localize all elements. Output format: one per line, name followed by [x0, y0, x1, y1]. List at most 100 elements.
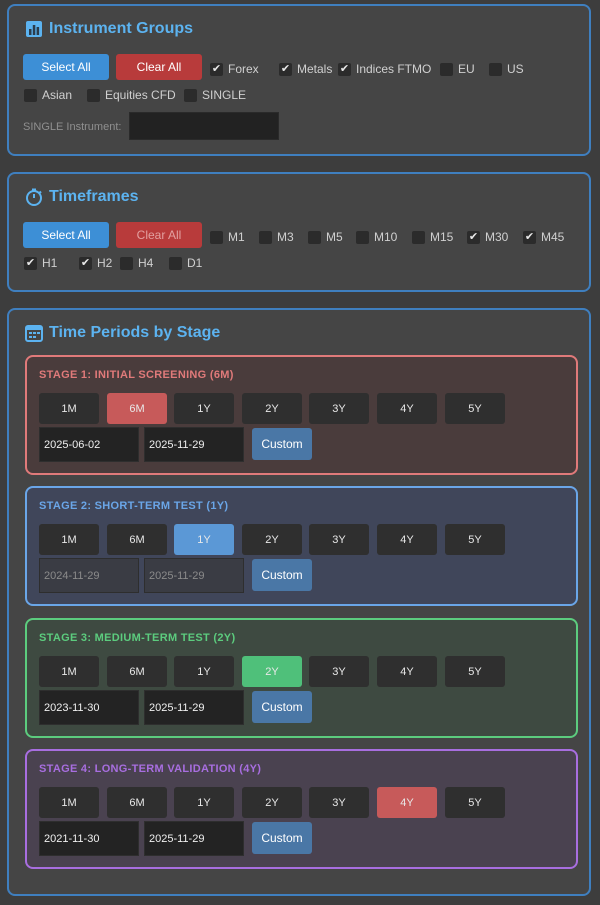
stage-3-period-4y-button[interactable]: 4Y	[377, 656, 437, 687]
timeframe-clear-all-button[interactable]: Clear All	[116, 222, 202, 248]
stage-4-period-1y-button[interactable]: 1Y	[174, 787, 234, 818]
stage-4-card: STAGE 4: LONG-TERM VALIDATION (4Y) 1M 6M 1Y…	[25, 749, 578, 869]
stage-2-period-6m-button[interactable]: 6M	[107, 524, 167, 555]
timeframe-checkbox-m30[interactable]: ✔ M30	[467, 230, 508, 244]
instrument-select-all-button[interactable]: Select All	[23, 54, 109, 80]
checkbox-label: EU	[458, 62, 475, 76]
stage-1-custom-button[interactable]: Custom	[252, 428, 312, 460]
stage-1-period-1y-button[interactable]: 1Y	[174, 393, 234, 424]
checkbox-label: H1	[42, 256, 58, 270]
stage-4-period-4y-button[interactable]: 4Y	[377, 787, 437, 818]
instrument-checkbox-eu[interactable]: EU	[440, 62, 475, 76]
timeframe-checkbox-m3[interactable]: M3	[259, 230, 294, 244]
checkmark-icon[interactable]: ✔	[24, 256, 37, 270]
stage-1-period-1m-button[interactable]: 1M	[39, 393, 99, 424]
stage-3-start-date-input[interactable]: 2023-11-30	[39, 690, 139, 725]
timeframe-checkbox-h4[interactable]: H4	[120, 256, 153, 270]
stage-1-period-2y-button[interactable]: 2Y	[242, 393, 302, 424]
stage-3-period-5y-button[interactable]: 5Y	[445, 656, 505, 687]
checkbox-box[interactable]	[24, 88, 37, 102]
checkmark-icon[interactable]: ✔	[523, 230, 536, 244]
checkbox-label: M10	[374, 230, 398, 244]
timeframe-checkbox-h1[interactable]: ✔ H1	[24, 256, 57, 270]
stage-title: STAGE 2: SHORT-TERM TEST (1Y)	[39, 500, 229, 512]
timeframe-checkbox-h2[interactable]: ✔ H2	[79, 256, 112, 270]
checkmark-icon[interactable]: ✔	[338, 62, 351, 76]
checkbox-label: M1	[228, 230, 245, 244]
stage-1-start-date-input[interactable]: 2025-06-02	[39, 427, 139, 462]
stage-2-period-3y-button[interactable]: 3Y	[309, 524, 369, 555]
checkbox-box[interactable]	[259, 230, 272, 244]
instrument-groups-panel: Instrument Groups Select All Clear All ✔…	[7, 4, 591, 156]
stage-1-period-6m-button[interactable]: 6M	[107, 393, 167, 424]
checkbox-box[interactable]	[489, 62, 502, 76]
timeframe-checkbox-m15[interactable]: M15	[412, 230, 453, 244]
stage-4-period-2y-button[interactable]: 2Y	[242, 787, 302, 818]
stage-3-custom-button[interactable]: Custom	[252, 691, 312, 723]
stage-4-period-6m-button[interactable]: 6M	[107, 787, 167, 818]
instrument-checkbox-asian[interactable]: Asian	[24, 88, 72, 102]
timeframe-checkbox-m45[interactable]: ✔ M45	[523, 230, 564, 244]
stage-3-period-3y-button[interactable]: 3Y	[309, 656, 369, 687]
instrument-clear-all-button[interactable]: Clear All	[116, 54, 202, 80]
checkbox-box[interactable]	[356, 230, 369, 244]
checkbox-box[interactable]	[87, 88, 100, 102]
stage-2-period-5y-button[interactable]: 5Y	[445, 524, 505, 555]
stage-1-period-4y-button[interactable]: 4Y	[377, 393, 437, 424]
timeframes-panel: Timeframes Select All Clear All M1 M3 M5 M1…	[7, 172, 591, 292]
calendar-icon	[25, 325, 43, 342]
stage-1-period-3y-button[interactable]: 3Y	[309, 393, 369, 424]
stage-2-end-date-input[interactable]: 2025-11-29	[144, 558, 244, 593]
stage-2-period-1y-button[interactable]: 1Y	[174, 524, 234, 555]
stage-2-start-date-input[interactable]: 2024-11-29	[39, 558, 139, 593]
instrument-checkbox-us[interactable]: US	[489, 62, 524, 76]
stage-4-end-date-input[interactable]: 2025-11-29	[144, 821, 244, 856]
checkbox-box[interactable]	[308, 230, 321, 244]
checkbox-box[interactable]	[440, 62, 453, 76]
checkbox-label: Equities CFD	[105, 88, 176, 102]
timeframe-checkbox-m10[interactable]: M10	[356, 230, 397, 244]
stage-3-period-1m-button[interactable]: 1M	[39, 656, 99, 687]
checkmark-icon[interactable]: ✔	[210, 62, 223, 76]
stage-1-period-5y-button[interactable]: 5Y	[445, 393, 505, 424]
checkmark-icon[interactable]: ✔	[467, 230, 480, 244]
stage-2-period-1m-button[interactable]: 1M	[39, 524, 99, 555]
checkmark-icon[interactable]: ✔	[279, 62, 292, 76]
stage-3-period-1y-button[interactable]: 1Y	[174, 656, 234, 687]
checkmark-icon[interactable]: ✔	[79, 256, 92, 270]
checkbox-label: M15	[430, 230, 454, 244]
stage-3-end-date-input[interactable]: 2025-11-29	[144, 690, 244, 725]
checkbox-label: M3	[277, 230, 294, 244]
stage-2-period-2y-button[interactable]: 2Y	[242, 524, 302, 555]
checkbox-label: SINGLE	[202, 88, 247, 102]
timeframe-checkbox-d1[interactable]: D1	[169, 256, 202, 270]
stage-4-period-1m-button[interactable]: 1M	[39, 787, 99, 818]
single-instrument-input[interactable]	[129, 112, 279, 140]
stage-1-end-date-input[interactable]: 2025-11-29	[144, 427, 244, 462]
instrument-checkbox-forex[interactable]: ✔ Forex	[210, 62, 259, 76]
checkbox-box[interactable]	[210, 230, 223, 244]
timeframe-select-all-button[interactable]: Select All	[23, 222, 109, 248]
timeframe-checkbox-m1[interactable]: M1	[210, 230, 245, 244]
stage-4-custom-button[interactable]: Custom	[252, 822, 312, 854]
instrument-checkbox-indices-ftmo[interactable]: ✔ Indices FTMO	[338, 62, 431, 76]
instrument-checkbox-metals[interactable]: ✔ Metals	[279, 62, 332, 76]
stage-2-period-4y-button[interactable]: 4Y	[377, 524, 437, 555]
instrument-groups-heading: Instrument Groups	[25, 20, 193, 38]
stage-3-period-6m-button[interactable]: 6M	[107, 656, 167, 687]
checkbox-box[interactable]	[412, 230, 425, 244]
checkbox-box[interactable]	[184, 88, 197, 102]
stage-4-start-date-input[interactable]: 2021-11-30	[39, 821, 139, 856]
instrument-checkbox-single[interactable]: SINGLE	[184, 88, 246, 102]
checkbox-box[interactable]	[169, 256, 182, 270]
stage-4-period-3y-button[interactable]: 3Y	[309, 787, 369, 818]
stage-4-period-5y-button[interactable]: 5Y	[445, 787, 505, 818]
stage-2-custom-button[interactable]: Custom	[252, 559, 312, 591]
stage-3-period-2y-button[interactable]: 2Y	[242, 656, 302, 687]
checkbox-box[interactable]	[120, 256, 133, 270]
checkbox-label: H2	[97, 256, 113, 270]
stopwatch-icon	[26, 188, 42, 206]
instrument-checkbox-equities-cfd[interactable]: Equities CFD	[87, 88, 176, 102]
checkbox-label: Forex	[228, 62, 259, 76]
timeframe-checkbox-m5[interactable]: M5	[308, 230, 343, 244]
